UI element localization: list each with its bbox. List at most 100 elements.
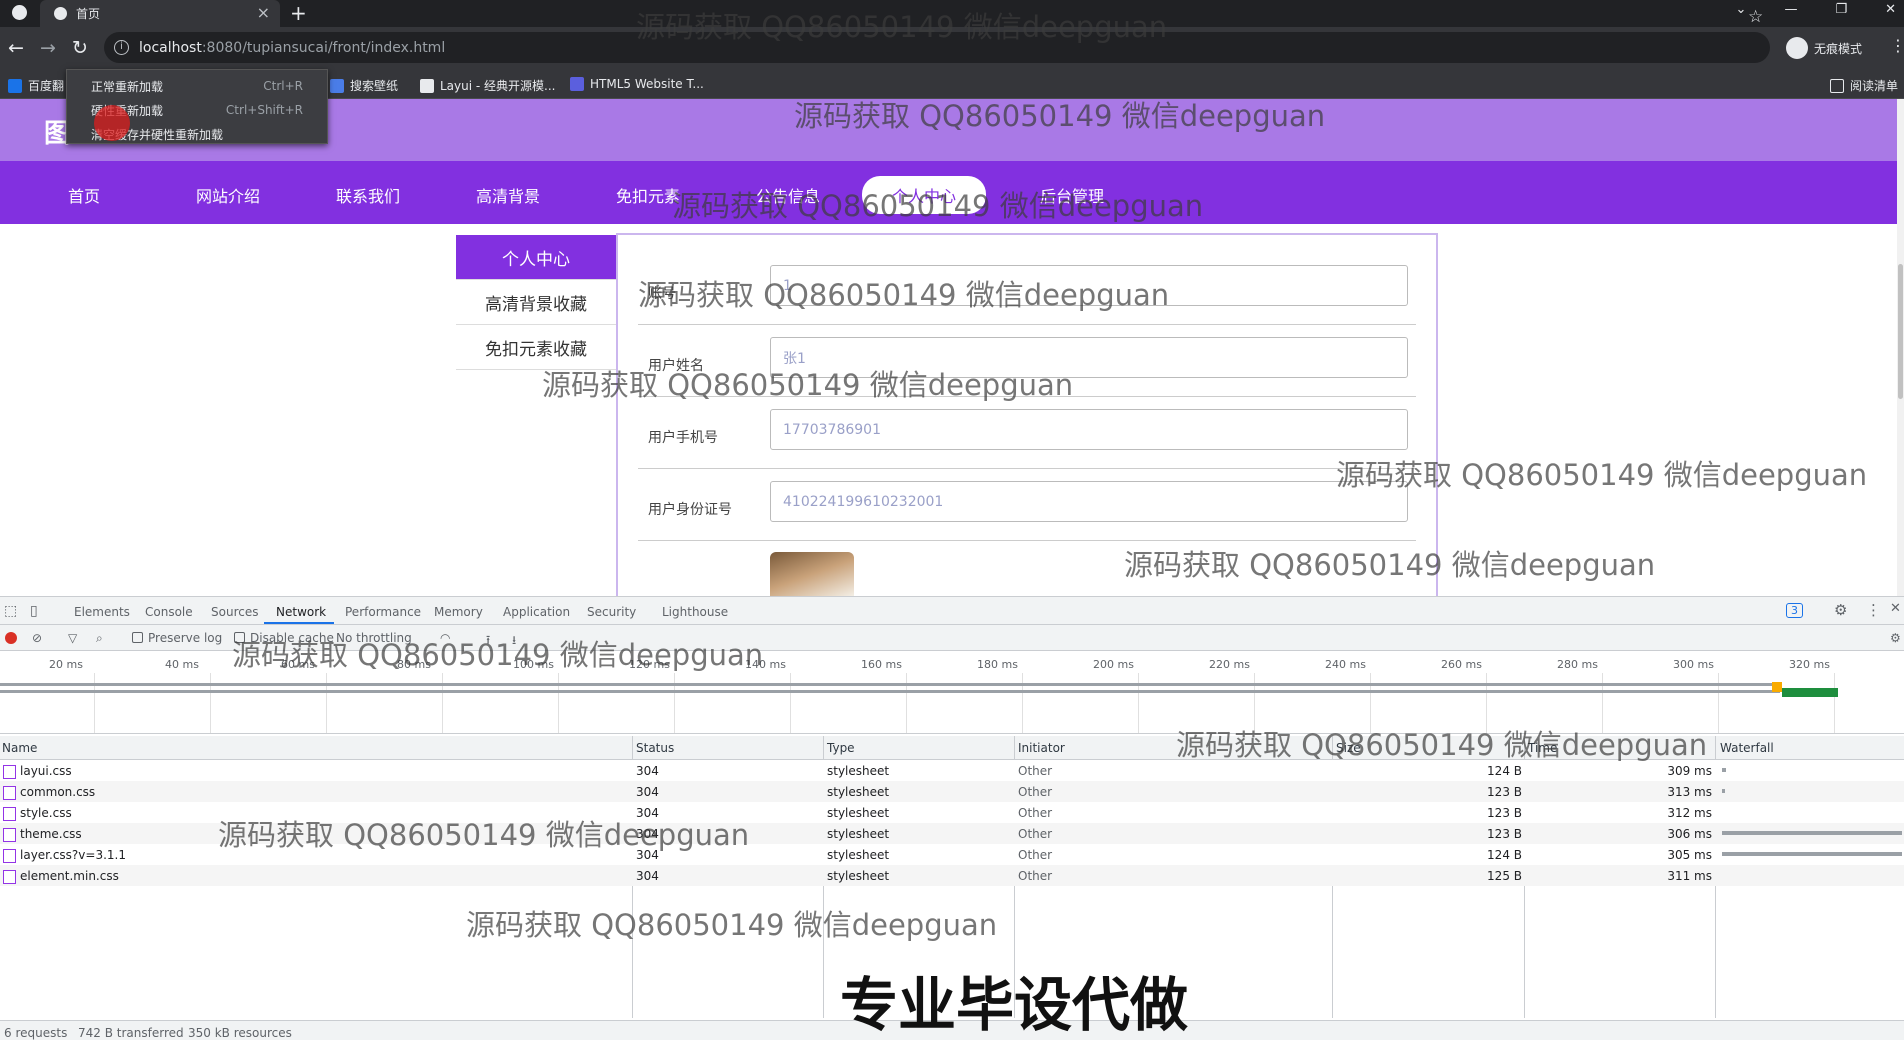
timeline-tick-label: 160 ms	[861, 658, 902, 671]
id-number-field[interactable]: 410224199610232001	[770, 481, 1408, 522]
address-bar[interactable]: i localhost :8080/tupiansucai/front/inde…	[104, 32, 1770, 63]
bookmark-star-icon[interactable]: ☆	[1748, 7, 1763, 27]
table-row[interactable]: layui.css 304 stylesheet Other 124 B 309 ms	[0, 760, 1904, 781]
incognito-label: 无痕模式	[1814, 41, 1863, 56]
tab-search-icon[interactable]: ⌄	[1736, 2, 1747, 17]
disable-cache-checkbox[interactable]: Disable cache	[234, 631, 334, 645]
cell-initiator: Other	[1018, 785, 1053, 799]
site-info-icon[interactable]: i	[114, 40, 129, 55]
filter-icon[interactable]: ▽	[68, 631, 77, 645]
col-status[interactable]: Status	[636, 741, 674, 755]
nav-user-center[interactable]: 个人中心	[862, 176, 987, 214]
tab-lighthouse[interactable]: Lighthouse	[662, 605, 728, 619]
tab-elements[interactable]: Elements	[74, 605, 130, 619]
inspect-element-icon[interactable]: ⬚	[4, 603, 17, 619]
tab-console[interactable]: Console	[145, 605, 193, 619]
devtools-more-icon[interactable]: ⋮	[1866, 601, 1881, 619]
reload-icon[interactable]: ↻	[72, 37, 88, 59]
col-type[interactable]: Type	[827, 741, 855, 755]
cell-status: 304	[636, 785, 659, 799]
restore-icon[interactable]: ❐	[1835, 2, 1847, 17]
tab-memory[interactable]: Memory	[434, 605, 483, 619]
throttling-select[interactable]: No throttling	[336, 631, 412, 645]
field-label: 账号	[648, 286, 676, 302]
resources-size: 350 kB resources	[188, 1026, 292, 1040]
tab-security[interactable]: Security	[587, 605, 636, 619]
bookmark-item[interactable]: 搜索壁纸	[330, 77, 398, 94]
browser-menu-dots-icon[interactable]: ⋮	[1890, 36, 1904, 55]
back-icon[interactable]: ←	[8, 37, 24, 59]
col-name[interactable]: Name	[2, 741, 37, 755]
cell-size: 125 B	[1487, 869, 1522, 883]
bookmark-label: Layui - 经典开源模...	[440, 79, 556, 93]
table-row[interactable]: layer.css?v=3.1.1 304 stylesheet Other 124 B…	[0, 844, 1904, 865]
nav-hd-backgrounds[interactable]: 高清背景	[476, 183, 540, 207]
timeline-gridline	[326, 673, 327, 733]
side-item-user-center[interactable]: 个人中心	[456, 235, 616, 280]
tab-application[interactable]: Application	[503, 605, 570, 619]
nav-cutout-elements[interactable]: 免扣元素	[616, 183, 680, 207]
network-settings-icon[interactable]: ⚙	[1890, 631, 1901, 645]
bookmark-item[interactable]: 百度翻	[8, 77, 64, 94]
export-har-icon[interactable]: ⭳	[512, 631, 516, 652]
clear-icon[interactable]: ⊘	[32, 631, 42, 645]
preserve-log-checkbox[interactable]: Preserve log	[132, 631, 222, 645]
waterfall-bar	[1722, 768, 1726, 772]
side-item-bg-favorites[interactable]: 高清背景收藏	[456, 280, 616, 325]
table-row[interactable]: style.css 304 stylesheet Other 123 B 312 ms	[0, 802, 1904, 823]
tab-title: 首页	[76, 7, 101, 21]
forward-icon[interactable]: →	[40, 37, 56, 59]
nav-about[interactable]: 网站介绍	[196, 183, 260, 207]
search-icon[interactable]: ⌕	[96, 631, 103, 646]
side-item-element-favorites[interactable]: 免扣元素收藏	[456, 325, 616, 370]
browser-tab[interactable]: 首页 ×	[40, 0, 280, 27]
table-row[interactable]: theme.css 304 stylesheet Other 123 B 306 ms	[0, 823, 1904, 844]
bookmark-item[interactable]: HTML5 Website T...	[570, 77, 704, 91]
record-icon[interactable]	[5, 632, 17, 644]
col-size[interactable]: Size	[1336, 741, 1361, 755]
minimize-icon[interactable]: —	[1784, 2, 1797, 17]
nav-admin[interactable]: 后台管理	[1040, 183, 1104, 207]
phone-field[interactable]: 17703786901	[770, 409, 1408, 450]
nav-home[interactable]: 首页	[68, 183, 100, 207]
promo-caption: 专业毕设代做	[840, 971, 1189, 1039]
menu-item-normal-reload[interactable]: 正常重新加载 Ctrl+R	[67, 74, 327, 98]
page-scrollbar[interactable]	[1897, 99, 1904, 599]
timeline-gridline	[674, 673, 675, 733]
col-initiator[interactable]: Initiator	[1018, 741, 1065, 755]
table-row[interactable]: element.min.css 304 stylesheet Other 125 B 31…	[0, 865, 1904, 886]
tab-network[interactable]: Network	[276, 605, 326, 619]
account-field[interactable]: 1	[770, 265, 1408, 306]
browser-toolbar: ← → ↻ i localhost :8080/tupiansucai/fron…	[0, 27, 1904, 69]
close-window-icon[interactable]: ✕	[1885, 2, 1896, 17]
reading-list[interactable]: 阅读清单	[1830, 77, 1898, 94]
url-path: :8080/tupiansucai/front/index.html	[201, 39, 446, 56]
issues-badge[interactable]: 3	[1786, 603, 1803, 618]
settings-gear-icon[interactable]: ⚙	[1834, 601, 1847, 619]
col-waterfall[interactable]: Waterfall	[1720, 741, 1774, 755]
field-label: 用户手机号	[648, 430, 718, 446]
tab-performance[interactable]: Performance	[345, 605, 421, 619]
col-time[interactable]: Time	[1528, 741, 1557, 755]
bookmark-favicon-icon	[570, 77, 584, 91]
avatar[interactable]	[770, 552, 854, 596]
table-row[interactable]: common.css 304 stylesheet Other 123 B 313 ms	[0, 781, 1904, 802]
import-har-icon[interactable]: ⭱	[486, 631, 490, 652]
tab-close-icon[interactable]: ×	[257, 3, 270, 22]
device-toolbar-icon[interactable]: ▯	[30, 603, 38, 619]
tab-sources[interactable]: Sources	[211, 605, 258, 619]
new-tab-icon[interactable]: +	[290, 1, 307, 25]
devtools-close-icon[interactable]: ✕	[1890, 601, 1901, 616]
incognito-profile[interactable]: 无痕模式	[1786, 37, 1862, 59]
wifi-icon[interactable]: ◠	[440, 631, 450, 645]
timeline-gridline	[1834, 673, 1835, 733]
cell-time: 312 ms	[1667, 806, 1712, 820]
overview-bar	[0, 690, 1780, 693]
nav-announcements[interactable]: 公告信息	[756, 183, 820, 207]
name-field[interactable]: 张1	[770, 337, 1408, 378]
nav-contact[interactable]: 联系我们	[336, 183, 400, 207]
cell-name: common.css	[2, 785, 96, 800]
browser-menu-icon[interactable]	[12, 5, 27, 20]
url-host: localhost	[139, 39, 202, 56]
bookmark-item[interactable]: Layui - 经典开源模...	[420, 77, 555, 94]
